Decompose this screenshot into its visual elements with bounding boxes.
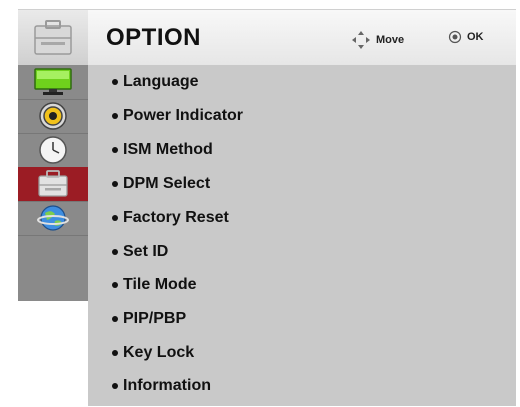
menu-item-language[interactable]: Language bbox=[112, 71, 199, 93]
ok-button-icon bbox=[448, 30, 462, 44]
option-menu-panel: Language Power Indicator ISM Method DPM … bbox=[88, 65, 516, 406]
toolbox-icon bbox=[38, 170, 68, 197]
category-sidebar bbox=[18, 65, 89, 301]
bullet-icon bbox=[112, 316, 118, 322]
move-label: Move bbox=[376, 34, 405, 46]
menu-item-information[interactable]: Information bbox=[112, 375, 211, 397]
menu-item-ism-method[interactable]: ISM Method bbox=[112, 139, 213, 161]
menu-item-dpm-select[interactable]: DPM Select bbox=[112, 173, 210, 195]
menu-item-factory-reset[interactable]: Factory Reset bbox=[112, 207, 229, 229]
bullet-icon bbox=[112, 350, 118, 356]
sidebar-item-time[interactable] bbox=[18, 133, 88, 168]
sidebar-item-picture[interactable] bbox=[18, 65, 88, 100]
menu-item-pip-pbp[interactable]: PIP/PBP bbox=[112, 308, 186, 330]
sidebar-item-option[interactable] bbox=[18, 167, 88, 202]
toolbox-icon bbox=[18, 10, 88, 66]
page-title: OPTION bbox=[106, 24, 202, 51]
clock-icon bbox=[39, 136, 67, 164]
bullet-icon bbox=[112, 383, 118, 389]
sidebar-item-network[interactable] bbox=[18, 201, 88, 236]
menu-header: OPTION Move OK bbox=[18, 9, 516, 66]
audio-speaker-icon bbox=[39, 102, 67, 130]
bullet-icon bbox=[112, 79, 118, 85]
move-hint: Move bbox=[351, 30, 404, 50]
globe-network-icon bbox=[37, 205, 69, 231]
bullet-icon bbox=[112, 249, 118, 255]
menu-item-key-lock[interactable]: Key Lock bbox=[112, 342, 194, 364]
dpad-arrows-icon bbox=[352, 31, 370, 49]
bullet-icon bbox=[112, 147, 118, 153]
bullet-icon bbox=[112, 282, 118, 288]
bullet-icon bbox=[112, 181, 118, 187]
ok-hint: OK bbox=[448, 30, 484, 44]
menu-item-set-id[interactable]: Set ID bbox=[112, 241, 168, 263]
menu-item-power-indicator[interactable]: Power Indicator bbox=[112, 105, 243, 127]
picture-monitor-icon bbox=[34, 68, 72, 95]
ok-label: OK bbox=[467, 31, 484, 43]
sidebar-item-audio[interactable] bbox=[18, 99, 88, 134]
bullet-icon bbox=[112, 113, 118, 119]
menu-item-tile-mode[interactable]: Tile Mode bbox=[112, 274, 197, 296]
bullet-icon bbox=[112, 215, 118, 221]
